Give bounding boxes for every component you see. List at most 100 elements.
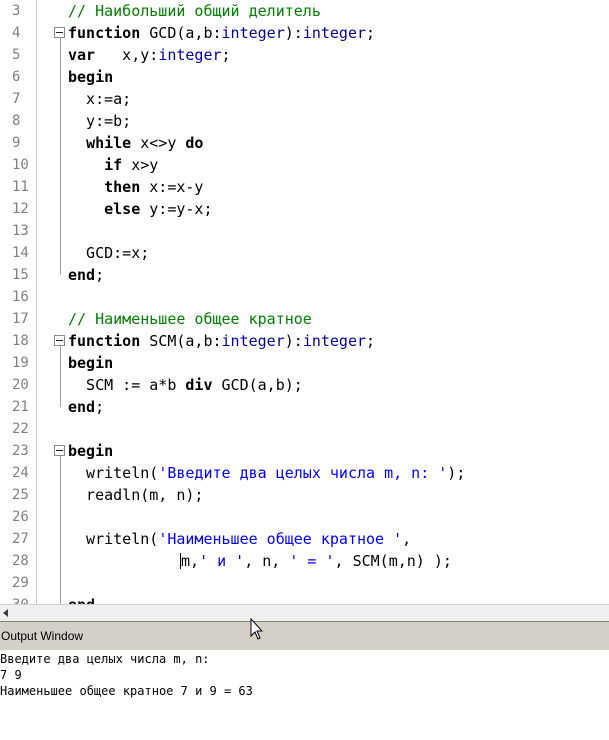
code-token: // Наименьшее общее кратное (68, 310, 312, 328)
line-number: 17 (12, 311, 29, 327)
code-token: x<>y (131, 134, 186, 152)
line-number: 8 (12, 113, 21, 129)
line-number: 15 (12, 267, 29, 283)
code-token: ; (221, 46, 231, 64)
code-text: begin (68, 352, 113, 374)
code-line[interactable]: 7 x:=a; (0, 88, 609, 110)
output-line: Наименьшее общее кратное 7 и 9 = 63 (0, 684, 253, 698)
fold-toggle-icon[interactable] (54, 335, 65, 346)
code-line[interactable]: 25 readln(m, n); (0, 484, 609, 506)
code-token: readln(m, n); (68, 486, 204, 504)
code-line[interactable]: 28 m,' и ', n, ' = ', SCM(m,n) ); (0, 550, 609, 572)
code-line[interactable]: 6 begin (0, 66, 609, 88)
output-window-header: Output Window (0, 621, 609, 651)
code-token: else (104, 200, 141, 218)
line-number: 19 (12, 355, 29, 371)
code-token: ): (284, 24, 303, 42)
code-token: ; (95, 398, 105, 416)
code-line[interactable]: 3 // Наибольший общий делитель (0, 0, 609, 22)
code-token: then (104, 178, 141, 196)
code-text: y:=b; (68, 110, 131, 132)
code-text: // Наименьшее общее кратное (68, 308, 312, 330)
code-line[interactable]: 23 begin (0, 440, 609, 462)
code-token: , SCM(m,n) ); (334, 552, 452, 570)
code-line[interactable]: 15 end; (0, 264, 609, 286)
code-line[interactable]: 16 (0, 286, 609, 308)
line-number: 30 (12, 594, 34, 604)
code-token: ): (284, 332, 303, 350)
line-number: 6 (12, 69, 21, 85)
code-text: SCM := a*b div GCD(a,b); (68, 374, 303, 396)
code-token: // Наибольший общий делитель (68, 2, 321, 20)
code-line[interactable]: 12 else y:=y-x; (0, 198, 609, 220)
code-token: SCM(a,b: (140, 332, 222, 350)
fold-region-line (60, 38, 61, 275)
fold-toggle-icon[interactable] (54, 27, 65, 38)
fold-toggle-icon[interactable] (54, 445, 65, 456)
code-token: div (185, 376, 213, 394)
line-number: 16 (12, 289, 29, 305)
mouse-pointer-icon (250, 618, 264, 640)
code-token: end (68, 266, 96, 284)
code-line[interactable]: 22 (0, 418, 609, 440)
code-text: // Наибольший общий делитель (68, 0, 321, 22)
code-editor[interactable]: 3 // Наибольший общий делитель 4 function G… (0, 0, 609, 604)
code-line[interactable]: 29 (0, 572, 609, 594)
code-line[interactable]: 14 GCD:=x; (0, 242, 609, 264)
code-token: end. (68, 596, 104, 604)
code-token: begin (68, 354, 114, 372)
code-line[interactable]: 4 function GCD(a,b:integer):integer; (0, 22, 609, 44)
code-token: GCD(a,b); (212, 376, 303, 394)
code-line[interactable]: 17 // Наименьшее общее кратное (0, 308, 609, 330)
code-line[interactable]: 11 then x:=x-y (0, 176, 609, 198)
code-token: x:=a; (68, 90, 132, 108)
code-line[interactable]: 8 y:=b; (0, 110, 609, 132)
code-line[interactable]: 30 end. (0, 594, 609, 604)
code-token: ); (447, 464, 466, 482)
scroll-left-arrow-icon[interactable] (3, 609, 8, 617)
code-token: y:=b; (68, 112, 132, 130)
code-token: GCD(a,b: (140, 24, 222, 42)
code-token: x,y: (95, 46, 159, 64)
horizontal-scrollbar[interactable] (0, 604, 609, 621)
output-line: 7 9 (0, 668, 22, 682)
code-token: integer (221, 332, 285, 350)
code-line[interactable]: 24 writeln('Введите два целых числа m, n… (0, 462, 609, 484)
line-number: 23 (12, 443, 29, 459)
code-token: integer (302, 332, 367, 350)
line-number: 26 (12, 509, 29, 525)
fold-region-line (60, 456, 61, 604)
code-token: y:=y-x; (140, 200, 213, 218)
code-token: ; (95, 266, 105, 284)
line-number: 18 (12, 333, 29, 349)
code-token: do (185, 134, 204, 152)
code-text: readln(m, n); (68, 484, 203, 506)
code-token: m, (181, 552, 200, 570)
code-text: writeln('Наименьшее общее кратное ', (68, 528, 411, 550)
output-window-body[interactable]: Введите два целых числа m, n: 7 9 Наименьш… (0, 650, 609, 740)
code-text: x:=a; (68, 88, 131, 110)
code-line[interactable]: 10 if x>y (0, 154, 609, 176)
code-token: writeln( (68, 530, 159, 548)
code-line[interactable]: 20 SCM := a*b div GCD(a,b); (0, 374, 609, 396)
code-line[interactable]: 26 (0, 506, 609, 528)
line-number: 27 (12, 531, 29, 547)
code-token: var (68, 46, 96, 64)
code-token: x:=x-y (140, 178, 204, 196)
line-number: 20 (12, 377, 29, 393)
code-token: ' и ' (199, 552, 245, 570)
line-number: 25 (12, 487, 29, 503)
code-line[interactable]: 13 (0, 220, 609, 242)
code-line[interactable]: 19 begin (0, 352, 609, 374)
line-number: 21 (12, 399, 29, 415)
code-token: GCD:=x; (68, 244, 150, 262)
code-token: , (402, 530, 412, 548)
code-line[interactable]: 18 function SCM(a,b:integer):integer; (0, 330, 609, 352)
output-line: Введите два целых числа m, n: (0, 652, 210, 666)
code-line[interactable]: 5 var x,y:integer; (0, 44, 609, 66)
code-line[interactable]: 21 end; (0, 396, 609, 418)
code-line[interactable]: 27 writeln('Наименьшее общее кратное ', (0, 528, 609, 550)
code-line[interactable]: 9 while x<>y do (0, 132, 609, 154)
code-token: 'Введите два целых числа m, n: ' (158, 464, 448, 482)
